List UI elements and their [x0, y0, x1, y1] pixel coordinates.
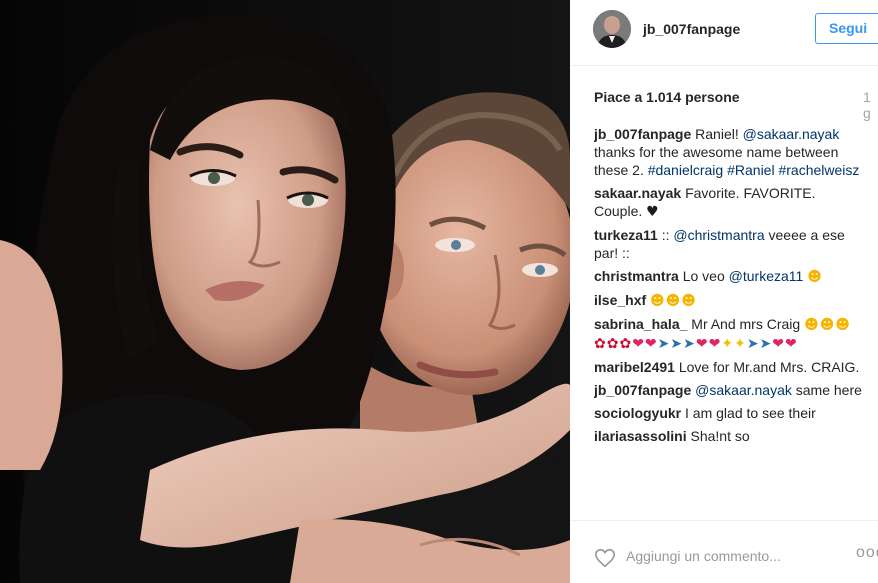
comment-username[interactable]: ilse_hxf: [594, 292, 646, 308]
comment-text: Sha!nt so: [686, 428, 750, 444]
comment-text: Lo veo: [678, 268, 729, 284]
comment-item: ilse_hxf ☻☻☻: [594, 291, 864, 310]
comment-item: turkeza11 :: @christmantra veeee a ese p…: [594, 226, 864, 262]
emoji-icon: ✦✦: [721, 336, 747, 352]
emoji-icon: ➤➤➤: [657, 336, 696, 352]
comment-item: sabrina_hala_ Mr And mrs Craig ☻☻☻✿✿✿❤❤➤…: [594, 315, 864, 353]
post-sidebar: jb_007fanpage Segui Piace a 1.014 person…: [570, 0, 878, 583]
comment-username[interactable]: sabrina_hala_: [594, 316, 687, 332]
comment-text: ::: [657, 227, 674, 243]
comment-text: Love for Mr.and Mrs. CRAIG.: [674, 359, 860, 375]
emoji-icon: ☻☻☻: [650, 293, 697, 309]
comment-username[interactable]: turkeza11: [594, 227, 658, 243]
comment-mention-link[interactable]: @sakaar.nayak: [743, 126, 840, 142]
heart-outline-icon[interactable]: [594, 547, 616, 569]
emoji-icon: ☻: [807, 269, 823, 285]
comment-hashtag-link[interactable]: #Raniel: [727, 162, 774, 178]
comment-mention-link[interactable]: @sakaar.nayak: [695, 382, 792, 398]
avatar-image: [593, 10, 631, 48]
more-options-icon[interactable]: ooo: [856, 544, 878, 562]
emoji-icon: ☻☻☻: [804, 317, 851, 333]
comment-username[interactable]: jb_007fanpage: [594, 126, 691, 142]
comment-hashtag-link[interactable]: #rachelweisz: [778, 162, 859, 178]
emoji-icon: ♥: [646, 204, 660, 220]
post-author-username[interactable]: jb_007fanpage: [643, 21, 740, 37]
comment-item: sociologyukr I am glad to see their: [594, 404, 864, 422]
emoji-icon: ❤❤: [695, 336, 722, 352]
comment-mention-link[interactable]: @turkeza11: [729, 268, 804, 284]
comment-item: jb_007fanpage Raniel! @sakaar.nayak than…: [594, 125, 864, 179]
emoji-icon: ❤❤: [632, 336, 658, 352]
comment-item: christmantra Lo veo @turkeza11 ☻: [594, 267, 864, 286]
post-actions-bar: ooo: [570, 520, 878, 583]
comment-username[interactable]: jb_007fanpage: [594, 382, 691, 398]
emoji-icon: ✿✿✿: [594, 336, 633, 352]
comment-text: I am glad to see their: [681, 405, 816, 421]
comment-username[interactable]: ilariasassolini: [594, 428, 687, 444]
avatar[interactable]: [593, 10, 631, 48]
likes-count[interactable]: Piace a 1.014 persone: [594, 89, 740, 105]
comment-username[interactable]: maribel2491: [594, 359, 675, 375]
comment-item: sakaar.nayak Favorite. FAVORITE. Couple.…: [594, 184, 864, 221]
comment-item: ilariasassolini Sha!nt so: [594, 427, 864, 445]
emoji-icon: ➤➤: [746, 336, 773, 352]
comment-text: Mr And mrs Craig: [687, 316, 805, 332]
post-photo[interactable]: [0, 0, 570, 583]
add-comment-input[interactable]: [626, 545, 836, 567]
comment-mention-link[interactable]: @christmantra: [673, 227, 764, 243]
comment-item: jb_007fanpage @sakaar.nayak same here: [594, 381, 864, 399]
comment-text: Raniel!: [691, 126, 743, 142]
comments-list: jb_007fanpage Raniel! @sakaar.nayak than…: [594, 125, 864, 520]
follow-button[interactable]: Segui: [815, 13, 878, 44]
comment-username[interactable]: christmantra: [594, 268, 679, 284]
post-header: jb_007fanpage Segui: [570, 0, 878, 66]
post-timestamp[interactable]: 1 g: [863, 89, 878, 121]
couple-photo-image: [0, 0, 570, 583]
comment-item: maribel2491 Love for Mr.and Mrs. CRAIG.: [594, 358, 864, 376]
comment-username[interactable]: sakaar.nayak: [594, 185, 681, 201]
comment-username[interactable]: sociologyukr: [594, 405, 681, 421]
comment-text: same here: [791, 382, 862, 398]
emoji-icon: ❤❤: [772, 336, 798, 352]
comment-hashtag-link[interactable]: #danielcraig: [648, 162, 724, 178]
